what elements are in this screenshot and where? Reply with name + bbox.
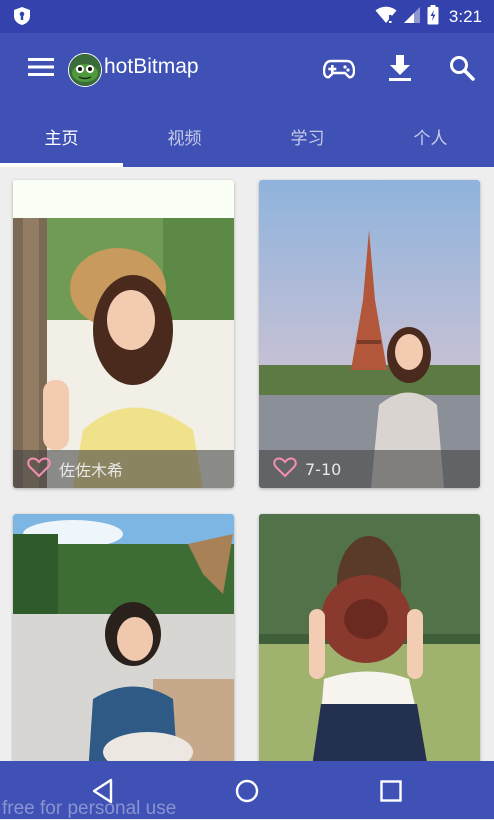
card-photo (13, 514, 234, 761)
tab-bar: 主页 视频 学习 个人 (0, 106, 494, 167)
signal-icon (403, 6, 421, 28)
card-footer: 佐佐木希 (13, 450, 234, 488)
status-bar: 3:21 (0, 0, 494, 33)
battery-icon (427, 5, 439, 29)
download-icon[interactable] (388, 54, 412, 86)
card-photo (259, 514, 480, 761)
heart-outline-icon[interactable] (273, 456, 297, 482)
card-title: 佐佐木希 (59, 461, 124, 480)
tab-profile[interactable]: 个人 (369, 106, 492, 167)
card-photo (259, 180, 480, 488)
status-time: 3:21 (448, 7, 482, 26)
tab-home[interactable]: 主页 (0, 106, 123, 167)
home-circle-icon[interactable] (235, 778, 259, 808)
app-title: hotBitmap (104, 55, 199, 78)
search-icon[interactable] (449, 54, 475, 86)
app-toolbar: hotBitmap (0, 33, 494, 106)
card-photo (13, 180, 234, 488)
photo-card[interactable] (13, 514, 234, 761)
avatar[interactable] (68, 53, 102, 87)
tab-video[interactable]: 视频 (123, 106, 246, 167)
recents-square-icon[interactable] (379, 778, 403, 808)
watermark-text: free for personal use (2, 798, 177, 819)
heart-outline-icon[interactable] (27, 456, 51, 482)
shield-notification-icon (13, 6, 31, 30)
tab-study[interactable]: 学习 (246, 106, 369, 167)
photo-card[interactable]: 佐佐木希 (13, 180, 234, 488)
wifi-icon (375, 6, 397, 28)
menu-icon[interactable] (28, 56, 54, 82)
photo-card[interactable]: 7-10 (259, 180, 480, 488)
photo-grid: 佐佐木希 7-10 (0, 167, 494, 761)
card-title: 7-10 (305, 459, 342, 479)
gamepad-icon[interactable] (322, 54, 356, 86)
photo-card[interactable] (259, 514, 480, 761)
card-footer: 7-10 (259, 450, 480, 488)
